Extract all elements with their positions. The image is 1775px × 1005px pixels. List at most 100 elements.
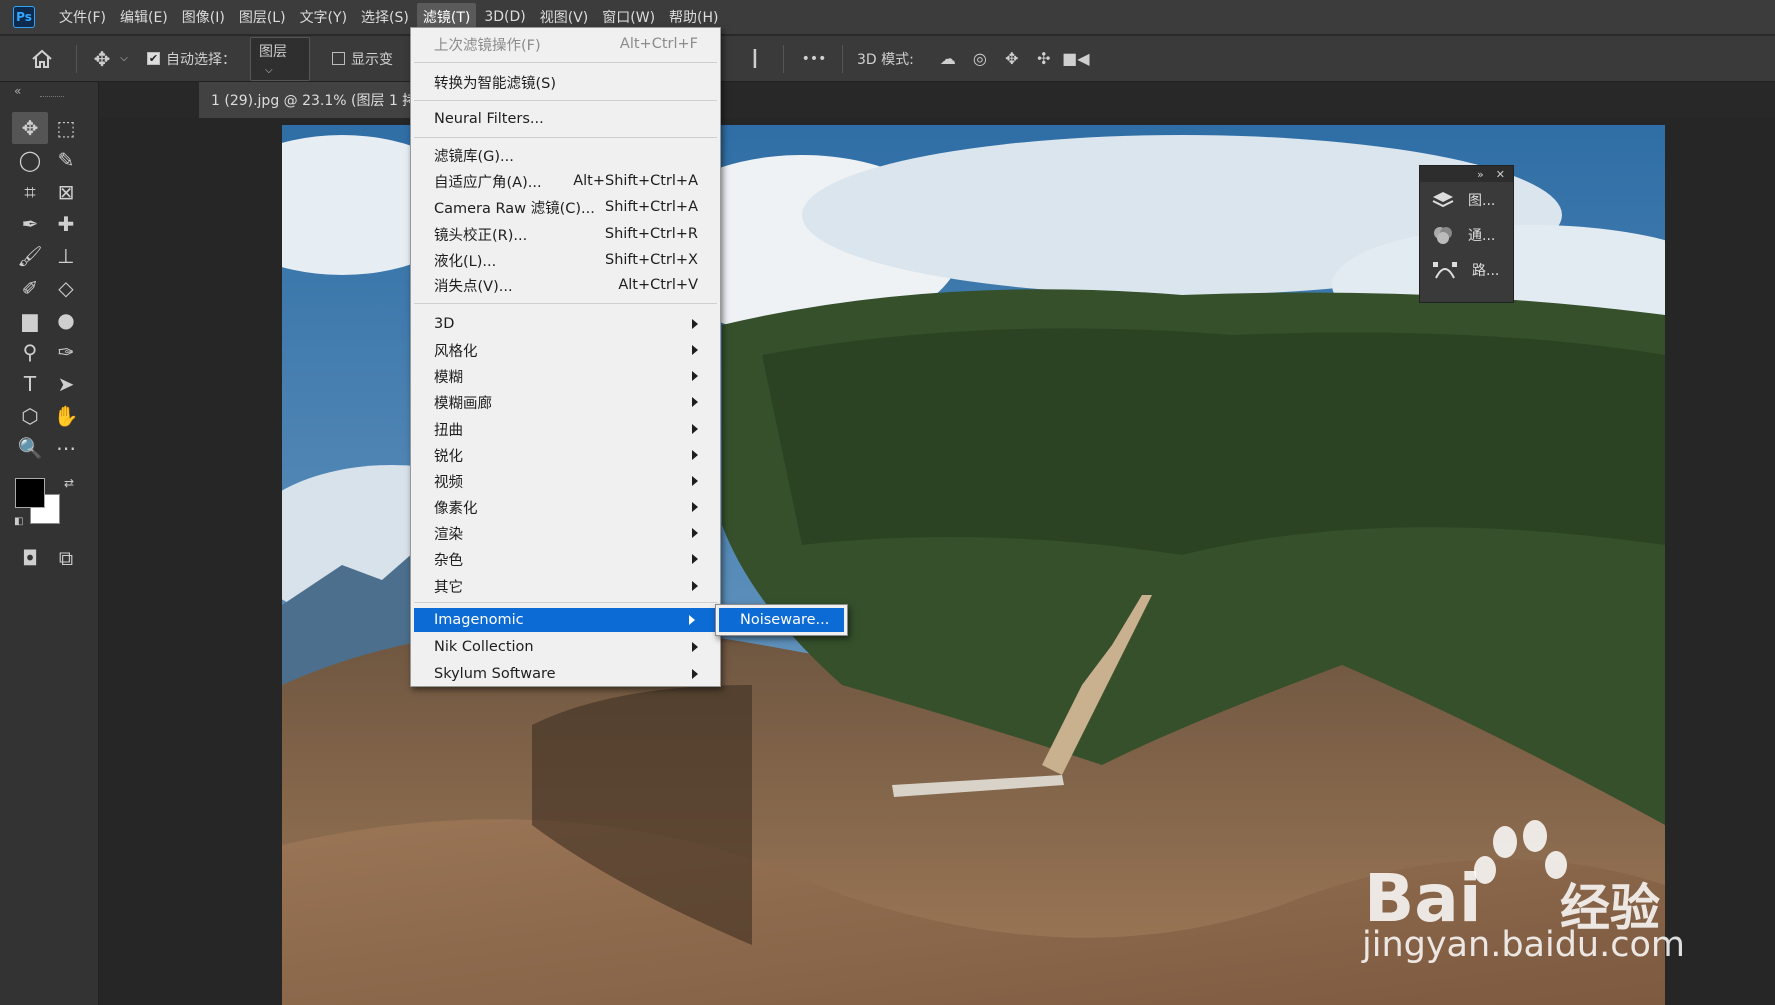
menu-image[interactable]: 图像(I) (176, 3, 231, 31)
menu-item-video[interactable]: 视频 (411, 469, 720, 493)
channels-icon (1434, 226, 1452, 244)
menu-type[interactable]: 文字(Y) (294, 3, 353, 31)
menu-item-last-filter[interactable]: 上次滤镜操作(F) Alt+Ctrl+F (411, 32, 720, 56)
panel-row-layers[interactable]: 图... (1420, 182, 1513, 217)
quick-select-tool-icon[interactable]: ✎ (48, 144, 84, 176)
move-tool-icon[interactable]: ✥ (12, 112, 48, 144)
screen-mode-icon[interactable]: ⧉ (48, 542, 84, 574)
menu-separator (414, 100, 717, 101)
frame-tool-icon[interactable]: ⊠ (48, 176, 84, 208)
submenu-arrow-icon (692, 581, 698, 591)
hand-tool-icon[interactable]: ✋ (48, 400, 84, 432)
history-brush-tool-icon[interactable]: ✐ (12, 272, 48, 304)
zoom-tool-icon[interactable]: 🔍 (12, 432, 48, 464)
menu-3d[interactable]: 3D(D) (478, 5, 531, 29)
distribute-icon[interactable]: ┃ (743, 49, 767, 68)
menu-item-label: 视频 (434, 474, 463, 491)
menu-item-imagenomic[interactable]: Imagenomic (414, 608, 717, 632)
menu-item-other[interactable]: 其它 (411, 574, 720, 598)
lasso-tool-icon[interactable]: ◯ (12, 144, 48, 176)
menu-item-label: 渲染 (434, 526, 463, 543)
panel-row-paths[interactable]: 路... (1420, 252, 1513, 287)
menu-item-distort[interactable]: 扭曲 (411, 417, 720, 441)
roll-3d-icon[interactable]: ◎ (964, 49, 996, 68)
menu-item-noise[interactable]: 杂色 (411, 547, 720, 571)
submenu-arrow-icon (692, 319, 698, 329)
move-tool-icon[interactable]: ✥ (89, 47, 115, 71)
menu-item-label: 其它 (434, 579, 463, 596)
menu-item-lens-correction[interactable]: 镜头校正(R)... Shift+Ctrl+R (411, 222, 720, 246)
layer-select[interactable]: 图层 ⌵ (250, 36, 310, 81)
menu-item-noiseware[interactable]: Noiseware... (719, 608, 844, 632)
menu-item-label: 模糊 (434, 369, 463, 386)
default-colors-icon[interactable]: ◧ (14, 516, 23, 527)
slide-3d-icon[interactable]: ✣ (1028, 49, 1060, 68)
healing-tool-icon[interactable]: ✚ (48, 208, 84, 240)
panel-row-label: 通... (1468, 227, 1496, 244)
more-options-icon[interactable]: ••• (800, 51, 828, 67)
photoshop-logo-icon: Ps (13, 6, 35, 28)
document-tab-bar: 1 (29).jpg @ 23.1% (图层 1 拷贝, RGB/8) * × (99, 82, 1775, 118)
menu-item-convert-smart-filter[interactable]: 转换为智能滤镜(S) (411, 70, 720, 94)
menu-item-adaptive-wide-angle[interactable]: 自适应广角(A)... Alt+Shift+Ctrl+A (411, 169, 720, 193)
eraser-tool-icon[interactable]: ◇ (48, 272, 84, 304)
menu-item-liquify[interactable]: 液化(L)... Shift+Ctrl+X (411, 248, 720, 272)
filter-menu-dropdown: 上次滤镜操作(F) Alt+Ctrl+F 转换为智能滤镜(S) Neural F… (410, 27, 721, 687)
dodge-tool-icon[interactable]: ⚲ (12, 336, 48, 368)
orbit-3d-icon[interactable]: ☁ (932, 49, 964, 68)
panel-row-channels[interactable]: 通... (1420, 217, 1513, 252)
expand-panels-icon[interactable]: » (1477, 168, 1484, 181)
pan-3d-icon[interactable]: ✥ (996, 49, 1028, 68)
chevron-down-icon[interactable]: ⌵ (115, 53, 133, 64)
stamp-tool-icon[interactable]: ⊥ (48, 240, 84, 272)
menu-select[interactable]: 选择(S) (355, 3, 415, 31)
imagenomic-submenu: Noiseware... (715, 604, 848, 636)
menu-item-pixelate[interactable]: 像素化 (411, 495, 720, 519)
type-tool-icon[interactable]: T (12, 368, 48, 400)
crop-tool-icon[interactable]: ⌗ (12, 176, 48, 208)
menu-item-blur[interactable]: 模糊 (411, 364, 720, 388)
marquee-tool-icon[interactable]: ⬚ (48, 112, 84, 144)
submenu-arrow-icon (692, 554, 698, 564)
more-tools-icon[interactable]: ⋯ (48, 432, 84, 464)
panel-grip[interactable] (40, 96, 64, 98)
menu-edit[interactable]: 编辑(E) (114, 3, 174, 31)
menu-item-label: 扭曲 (434, 422, 463, 439)
quick-mask-icon[interactable]: ◘ (12, 542, 48, 574)
collapse-panel-icon[interactable]: « (14, 84, 21, 98)
auto-select-checkbox[interactable]: ✔ (147, 52, 160, 65)
swap-colors-icon[interactable]: ⇄ (64, 476, 74, 490)
close-panel-icon[interactable]: ✕ (1496, 168, 1505, 181)
eyedropper-tool-icon[interactable]: ✒ (12, 208, 48, 240)
menu-file[interactable]: 文件(F) (53, 3, 112, 31)
path-select-tool-icon[interactable]: ➤ (48, 368, 84, 400)
menu-item-shortcut: Alt+Ctrl+V (618, 277, 698, 293)
menu-item-render[interactable]: 渲染 (411, 521, 720, 545)
menu-item-blur-gallery[interactable]: 模糊画廊 (411, 390, 720, 414)
menu-item-camera-raw[interactable]: Camera Raw 滤镜(C)... Shift+Ctrl+A (411, 195, 720, 219)
shape-tool-icon[interactable]: ⬡ (12, 400, 48, 432)
menu-item-stylize[interactable]: 风格化 (411, 338, 720, 362)
panel-row-label: 图... (1468, 192, 1496, 209)
gradient-tool-icon[interactable]: ▆ (12, 304, 48, 336)
home-icon[interactable] (20, 49, 64, 69)
camera-3d-icon[interactable]: ■◀ (1060, 49, 1092, 68)
menu-item-neural-filters[interactable]: Neural Filters... (411, 107, 720, 131)
foreground-color-swatch[interactable] (15, 478, 45, 508)
menu-layer[interactable]: 图层(L) (233, 3, 292, 31)
show-transform-checkbox[interactable] (332, 52, 345, 65)
menu-item-nik-collection[interactable]: Nik Collection (411, 635, 720, 659)
auto-select-label: 自动选择： (166, 51, 236, 68)
brush-tool-icon[interactable]: 🖌 (12, 240, 48, 272)
menu-separator (414, 62, 717, 63)
menu-item-vanishing-point[interactable]: 消失点(V)... Alt+Ctrl+V (411, 273, 720, 297)
menu-item-shortcut: Shift+Ctrl+R (604, 226, 698, 242)
menu-item-3d[interactable]: 3D (411, 312, 720, 336)
pen-tool-icon[interactable]: ✑ (48, 336, 84, 368)
menu-item-skylum-software[interactable]: Skylum Software (411, 662, 720, 686)
paths-icon (1433, 261, 1457, 278)
menu-item-sharpen[interactable]: 锐化 (411, 443, 720, 467)
menu-item-shortcut: Shift+Ctrl+A (605, 199, 698, 215)
menu-item-filter-gallery[interactable]: 滤镜库(G)... (411, 143, 720, 167)
blur-tool-icon[interactable]: ● (48, 304, 84, 336)
